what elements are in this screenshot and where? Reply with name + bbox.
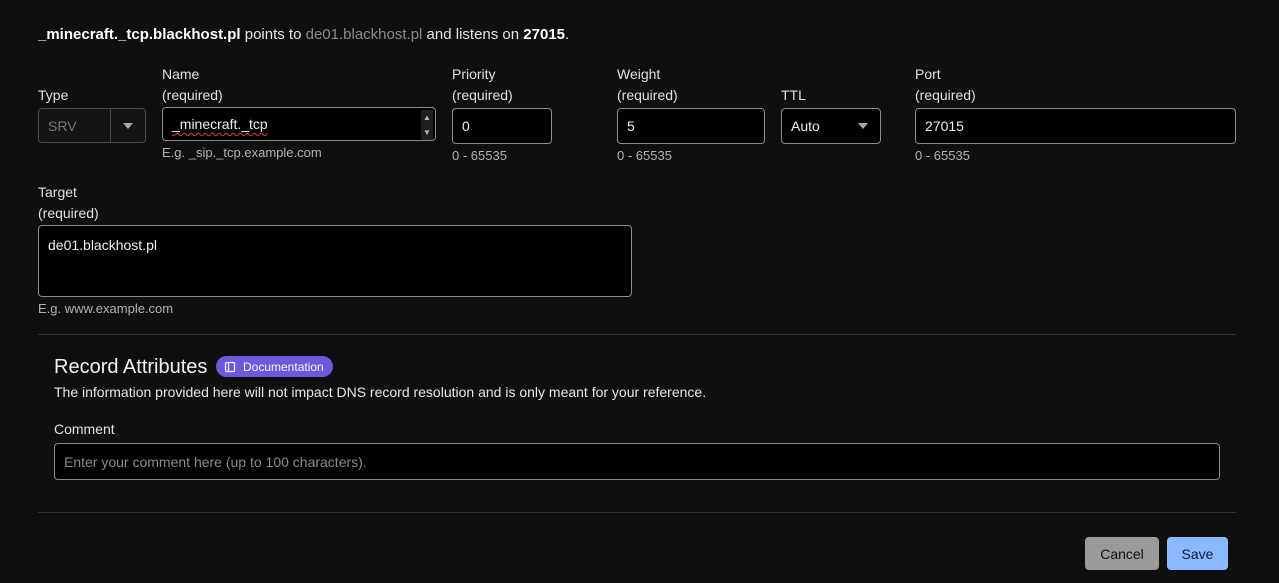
cancel-button[interactable]: Cancel — [1085, 537, 1159, 570]
record-attributes-title: Record Attributes — [54, 356, 208, 378]
documentation-link[interactable]: Documentation — [216, 356, 333, 377]
port-required: (required) — [915, 87, 976, 103]
name-input[interactable]: _minecraft._tcp ▲ ▼ — [162, 107, 436, 141]
target-label: Target — [38, 184, 77, 200]
comment-label: Comment — [54, 421, 115, 437]
name-value: _minecraft._tcp — [172, 116, 268, 132]
weight-input[interactable]: 5 — [617, 108, 765, 144]
priority-hint: 0 - 65535 — [452, 148, 507, 163]
comment-placeholder: Enter your comment here (up to 100 chara… — [64, 453, 367, 470]
target-required: (required) — [38, 205, 99, 221]
weight-label: Weight — [617, 66, 661, 82]
summary-points-text: points to — [244, 26, 302, 43]
target-hint: E.g. www.example.com — [38, 301, 174, 316]
priority-input[interactable]: 0 — [452, 108, 552, 144]
book-icon — [224, 361, 236, 372]
priority-value: 0 — [462, 118, 470, 134]
divider — [38, 512, 1236, 513]
summary-listens-text: and listens on — [426, 26, 520, 43]
chevron-up-icon[interactable]: ▲ — [421, 110, 433, 125]
summary-port: 27015 — [523, 26, 566, 43]
type-label: Type — [38, 87, 69, 103]
attributes-description: The information provided here will not i… — [54, 384, 707, 400]
name-required: (required) — [162, 87, 223, 103]
priority-label: Priority — [452, 66, 496, 82]
summary-target: de01.blackhost.pl — [305, 26, 423, 43]
divider — [38, 334, 1236, 335]
port-value: 27015 — [925, 118, 964, 134]
save-button[interactable]: Save — [1167, 537, 1228, 570]
name-label: Name — [162, 66, 200, 82]
weight-hint: 0 - 65535 — [617, 148, 672, 163]
summary-period: . — [565, 26, 570, 43]
documentation-label: Documentation — [243, 359, 324, 374]
priority-required: (required) — [452, 87, 513, 103]
type-select[interactable]: SRV — [38, 108, 146, 143]
comment-input[interactable]: Enter your comment here (up to 100 chara… — [54, 443, 1220, 480]
chevron-down-icon[interactable]: ▼ — [421, 125, 433, 140]
target-textarea[interactable]: de01.blackhost.pl — [38, 225, 632, 297]
ttl-value: Auto — [791, 118, 820, 134]
chevron-down-icon — [846, 109, 880, 143]
port-hint: 0 - 65535 — [915, 148, 970, 163]
summary-name: _minecraft._tcp.blackhost.pl — [38, 26, 241, 43]
type-value: SRV — [48, 117, 77, 134]
scroll-spinner[interactable]: ▲ ▼ — [421, 110, 433, 140]
port-input[interactable]: 27015 — [915, 108, 1236, 144]
chevron-down-icon — [110, 109, 145, 142]
port-label: Port — [915, 66, 941, 82]
ttl-label: TTL — [781, 87, 806, 103]
record-summary: _minecraft._tcp.blackhost.pl points to d… — [38, 26, 569, 43]
ttl-select[interactable]: Auto — [781, 108, 881, 144]
weight-value: 5 — [627, 118, 635, 134]
target-value: de01.blackhost.pl — [48, 237, 157, 253]
weight-required: (required) — [617, 87, 678, 103]
name-hint: E.g. _sip._tcp.example.com — [162, 145, 322, 160]
